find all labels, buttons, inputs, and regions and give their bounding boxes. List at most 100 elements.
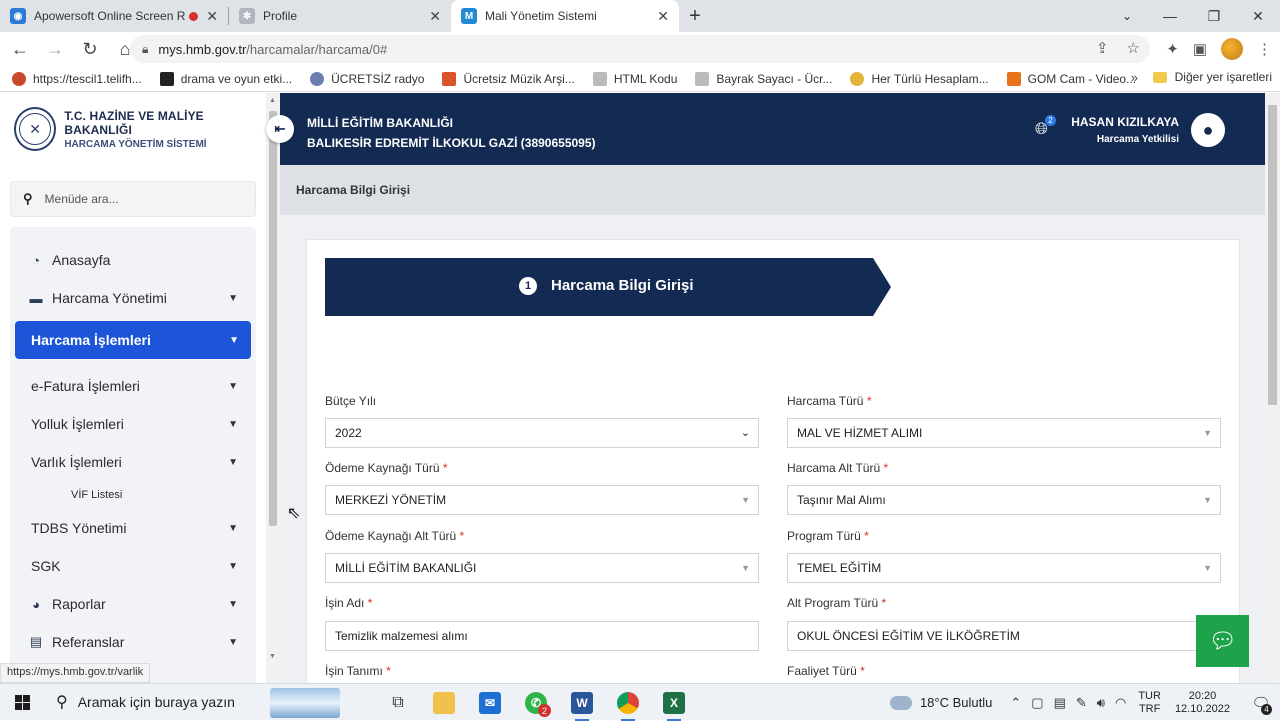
- page-scrollbar[interactable]: [1265, 93, 1280, 683]
- new-tab-button[interactable]: +: [679, 0, 711, 32]
- language-indicator[interactable]: TUR TRF: [1138, 690, 1161, 716]
- chevron-down-icon: ▼: [229, 334, 239, 346]
- clock[interactable]: 20:20 12.10.2022: [1175, 690, 1230, 716]
- wizard-step[interactable]: 1 Harcama Bilgi Girişi: [325, 258, 891, 316]
- bookmark-item[interactable]: Bayrak Sayacı - Ücr...: [695, 71, 832, 86]
- bookmark-item[interactable]: ÜCRETSİZ radyo: [310, 71, 424, 86]
- tab-search-icon[interactable]: ⌄: [1112, 0, 1142, 32]
- tab-apowersoft[interactable]: ◉ Apowersoft Online Screen Re ✕: [0, 0, 228, 32]
- taskbar-search-input[interactable]: ⚲ Aramak için buraya yazın: [44, 684, 340, 721]
- back-icon[interactable]: ←: [5, 34, 35, 64]
- user-info[interactable]: HASAN KIZILKAYA Harcama Yetkilisi: [1071, 115, 1179, 145]
- sidebar-item-varlik[interactable]: Varlık İşlemleri ▼: [10, 443, 256, 481]
- mail-icon[interactable]: ✉: [467, 684, 513, 721]
- isin-adi-value: Temizlik malzemesi alımı: [335, 629, 468, 643]
- sidebar-item-tdbs[interactable]: TDBS Yönetimi ▼: [10, 509, 256, 547]
- butce-yili-select[interactable]: 2022 ⌄: [325, 418, 759, 448]
- address-bar[interactable]: 🔒︎ mys.hmb.gov.tr/harcamalar/harcama/0# …: [130, 35, 1150, 63]
- bookmark-favicon-icon: [850, 71, 865, 86]
- close-icon[interactable]: ✕: [657, 8, 669, 25]
- page-title-bar: Harcama Bilgi Girişi: [280, 165, 1265, 215]
- sidebar-item-sgk[interactable]: SGK ▼: [10, 547, 256, 585]
- page-scroll-thumb[interactable]: [1268, 105, 1277, 405]
- network-icon[interactable]: ▤: [1054, 695, 1066, 711]
- sidebar-item-harcama-yonetimi[interactable]: ▬ Harcama Yönetimi ▼: [10, 279, 256, 317]
- share-icon[interactable]: ⇪: [1096, 39, 1109, 57]
- sidebar-item-efatura[interactable]: e-Fatura İşlemleri ▼: [10, 367, 256, 405]
- tab-title: Profile: [263, 9, 298, 23]
- recording-icon: [189, 11, 199, 21]
- tab-mys[interactable]: M Mali Yönetim Sistemi ✕: [451, 0, 679, 32]
- chat-button[interactable]: 💬︎: [1196, 615, 1249, 667]
- bookmark-item[interactable]: Her Türlü Hesaplam...: [850, 71, 989, 86]
- sidebar-item-label: e-Fatura İşlemleri: [31, 378, 140, 394]
- sidebar-scrollbar[interactable]: ▲ ▼: [266, 93, 280, 683]
- menu-search-input[interactable]: ⚲ Menüde ara...: [10, 181, 256, 217]
- bookmark-item[interactable]: Ücretsiz Müzik Arşi...: [442, 71, 575, 86]
- isin-adi-input[interactable]: Temizlik malzemesi alımı: [325, 621, 759, 651]
- chrome-profile-avatar[interactable]: [1221, 38, 1243, 60]
- bookmark-item[interactable]: HTML Kodu: [592, 71, 677, 86]
- app-viewport: ✕ T.C. HAZİNE VE MALİYE BAKANLIĞI HARCAM…: [0, 93, 1280, 683]
- file-explorer-icon[interactable]: [421, 684, 467, 721]
- taskbar-apps: ⧉ ✉ ✆ 2 W X: [375, 684, 697, 721]
- task-view-icon[interactable]: ⧉: [375, 684, 421, 721]
- notification-center-icon[interactable]: 🗨︎ 4: [1246, 684, 1276, 721]
- reload-icon[interactable]: ↻: [75, 34, 105, 64]
- program-turu-select[interactable]: TEMEL EĞİTİM ▼: [787, 553, 1221, 583]
- weather-widget[interactable]: 18°C Bulutlu: [889, 695, 992, 710]
- alt-program-turu-select[interactable]: OKUL ÖNCESİ EĞİTİM VE İLKÖĞRETİM ▼: [787, 621, 1221, 651]
- step-number: 1: [519, 277, 537, 295]
- minimize-icon[interactable]: —: [1148, 0, 1192, 32]
- close-window-icon[interactable]: ✕: [1236, 0, 1280, 32]
- whatsapp-icon[interactable]: ✆ 2: [513, 684, 559, 721]
- cloud-icon: [889, 695, 912, 710]
- excel-icon[interactable]: X: [651, 684, 697, 721]
- scroll-up-icon[interactable]: ▲: [269, 97, 276, 104]
- chrome-icon[interactable]: [605, 684, 651, 721]
- odeme-kaynagi-turu-select[interactable]: MERKEZİ YÖNETİM ▼: [325, 485, 759, 515]
- forward-icon[interactable]: →: [40, 34, 70, 64]
- menu-kebab-icon[interactable]: ⋮: [1257, 40, 1272, 58]
- bookmark-item[interactable]: drama ve oyun etki...: [159, 71, 292, 86]
- sidebar-item-referanslar[interactable]: ▤ Referanslar ▼: [10, 623, 256, 661]
- tab-profile[interactable]: ✻ Profile ✕: [229, 0, 451, 32]
- main-content: ⇤ MİLLİ EĞİTİM BAKANLIĞI BALIKESİR EDREM…: [266, 93, 1265, 683]
- dashboard-icon: ◔: [32, 252, 40, 268]
- windows-start-icon[interactable]: [0, 684, 44, 721]
- status-bar-url: https://mys.hmb.gov.tr/varlik: [0, 663, 151, 683]
- camera-icon[interactable]: ▢: [1031, 695, 1043, 711]
- close-icon[interactable]: ✕: [206, 8, 218, 25]
- bookmarks-overflow-icon[interactable]: »: [1131, 70, 1138, 85]
- bookmark-item[interactable]: GOM Cam - Video...: [1006, 71, 1136, 86]
- user-avatar-icon[interactable]: ●: [1191, 113, 1225, 147]
- harcama-turu-select[interactable]: MAL VE HİZMET ALIMI ▼: [787, 418, 1221, 448]
- clock-date: 12.10.2022: [1174, 702, 1230, 715]
- other-bookmarks[interactable]: Diğer yer işaretleri: [1152, 70, 1272, 84]
- odeme-kaynagi-alt-turu-select[interactable]: MİLLİ EĞİTİM BAKANLIĞI ▼: [325, 553, 759, 583]
- bookmark-item[interactable]: https://tescil1.telifh...: [12, 71, 142, 86]
- close-icon[interactable]: ✕: [429, 8, 441, 25]
- side-panel-icon[interactable]: ▣: [1193, 40, 1207, 58]
- sidebar-item-anasayfa[interactable]: ◔ Anasayfa: [10, 241, 256, 279]
- input-icon[interactable]: ✎: [1076, 695, 1087, 711]
- wifi-icon[interactable]: ◠: [1115, 695, 1126, 711]
- harcama-alt-turu-select[interactable]: Taşınır Mal Alımı ▼: [787, 485, 1221, 515]
- ministry-logo[interactable]: ✕ T.C. HAZİNE VE MALİYE BAKANLIĞI HARCAM…: [14, 107, 266, 151]
- sidebar-toggle-icon[interactable]: ⇤: [266, 115, 294, 143]
- sidebar-scroll-thumb[interactable]: [269, 111, 277, 526]
- word-icon[interactable]: W: [559, 684, 605, 721]
- sidebar-item-raporlar[interactable]: ◕ Raporlar ▼: [10, 585, 256, 623]
- extensions-icon[interactable]: ✦: [1166, 40, 1179, 58]
- sidebar-item-harcama-islemleri[interactable]: Harcama İşlemleri ▼: [15, 321, 251, 359]
- restore-icon[interactable]: ❐: [1192, 0, 1236, 32]
- bookmark-star-icon[interactable]: ☆: [1127, 39, 1140, 57]
- volume-icon[interactable]: 🔊︎: [1097, 695, 1105, 711]
- scroll-down-icon[interactable]: ▼: [269, 653, 276, 660]
- bookmark-favicon-icon: [310, 71, 325, 86]
- sidebar-item-yolluk[interactable]: Yolluk İşlemleri ▼: [10, 405, 256, 443]
- tray-chevron-icon[interactable]: ⌃: [1010, 695, 1021, 711]
- sidebar-item-vif-listesi[interactable]: VİF Listesi: [10, 481, 256, 509]
- globe-icon[interactable]: 🌐︎ 2: [1035, 115, 1056, 139]
- menu-search-placeholder: Menüde ara...: [44, 192, 119, 206]
